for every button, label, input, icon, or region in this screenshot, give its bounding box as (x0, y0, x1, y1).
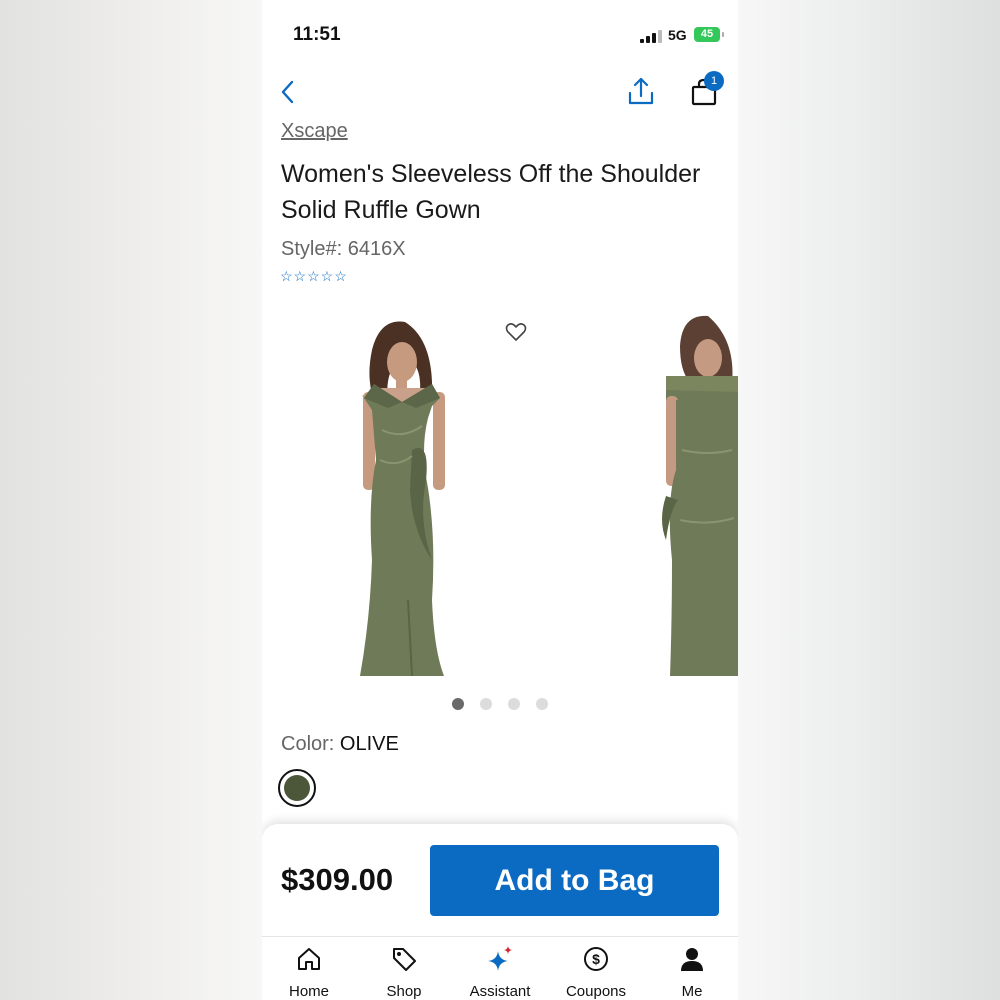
carousel-dot-4[interactable] (536, 698, 548, 710)
tab-label: Me (681, 983, 703, 1000)
tab-assistant[interactable]: Assistant (455, 937, 545, 1000)
carousel-indicator (452, 698, 552, 712)
bottom-tab-bar: Home Shop Assistant $ Coupons Me (262, 936, 738, 1000)
share-button[interactable] (626, 76, 656, 108)
product-image (360, 315, 738, 677)
favorite-button[interactable] (504, 320, 528, 344)
tab-home[interactable]: Home (264, 937, 354, 1000)
tab-label: Home (288, 983, 329, 1000)
model-front-image (360, 321, 445, 677)
signal-icon (640, 30, 662, 43)
tab-coupons[interactable]: $ Coupons (551, 937, 641, 1000)
sparkle-icon (488, 946, 512, 971)
brand-link[interactable]: Xscape (281, 120, 348, 143)
background-left (0, 0, 262, 1000)
color-swatch-olive[interactable] (278, 769, 316, 807)
price: $309.00 (281, 862, 394, 897)
tab-shop[interactable]: Shop (359, 937, 449, 1000)
color-value: OLIVE (339, 733, 399, 755)
battery-icon: 45 (694, 27, 720, 42)
model-back-image (662, 315, 738, 676)
carousel-dot-1[interactable] (452, 698, 464, 710)
color-label: Color: (281, 733, 335, 755)
bag-count-badge: 1 (704, 71, 724, 91)
network-type: 5G (668, 27, 687, 43)
swatch-fill (284, 775, 310, 801)
tab-me[interactable]: Me (647, 937, 737, 1000)
product-title: Women's Sleeveless Off the Shoulder Soli… (281, 160, 701, 224)
purchase-bar: $309.00 Add to Bag (262, 824, 738, 936)
tab-label: Assistant (469, 983, 531, 1000)
tab-label: Coupons (565, 983, 627, 1000)
phone-screen: 11:51 5G 45 1 Xscape Women's Sleeveless … (262, 0, 738, 1000)
heart-icon (505, 323, 527, 341)
back-button[interactable] (276, 78, 300, 106)
battery-tip (722, 32, 724, 37)
tab-label: Shop (386, 983, 422, 1000)
product-image-carousel[interactable] (262, 300, 738, 695)
status-time: 11:51 (293, 24, 341, 45)
add-to-bag-button[interactable]: Add to Bag (430, 845, 719, 916)
dollar-coupon-icon: $ (584, 947, 608, 971)
style-number: Style#: 6416X (281, 238, 406, 260)
user-icon (681, 948, 703, 971)
color-selector-label: Color: OLIVE (281, 733, 399, 756)
carousel-dot-3[interactable] (508, 698, 520, 710)
tag-icon (393, 948, 416, 971)
home-icon (298, 948, 320, 970)
share-upload-icon (628, 77, 654, 105)
carousel-dot-2[interactable] (480, 698, 492, 710)
svg-text:$: $ (592, 951, 600, 967)
rating-stars[interactable]: ☆☆☆☆☆ (280, 268, 348, 285)
background-right (738, 0, 1000, 1000)
chevron-left-icon (281, 80, 294, 104)
